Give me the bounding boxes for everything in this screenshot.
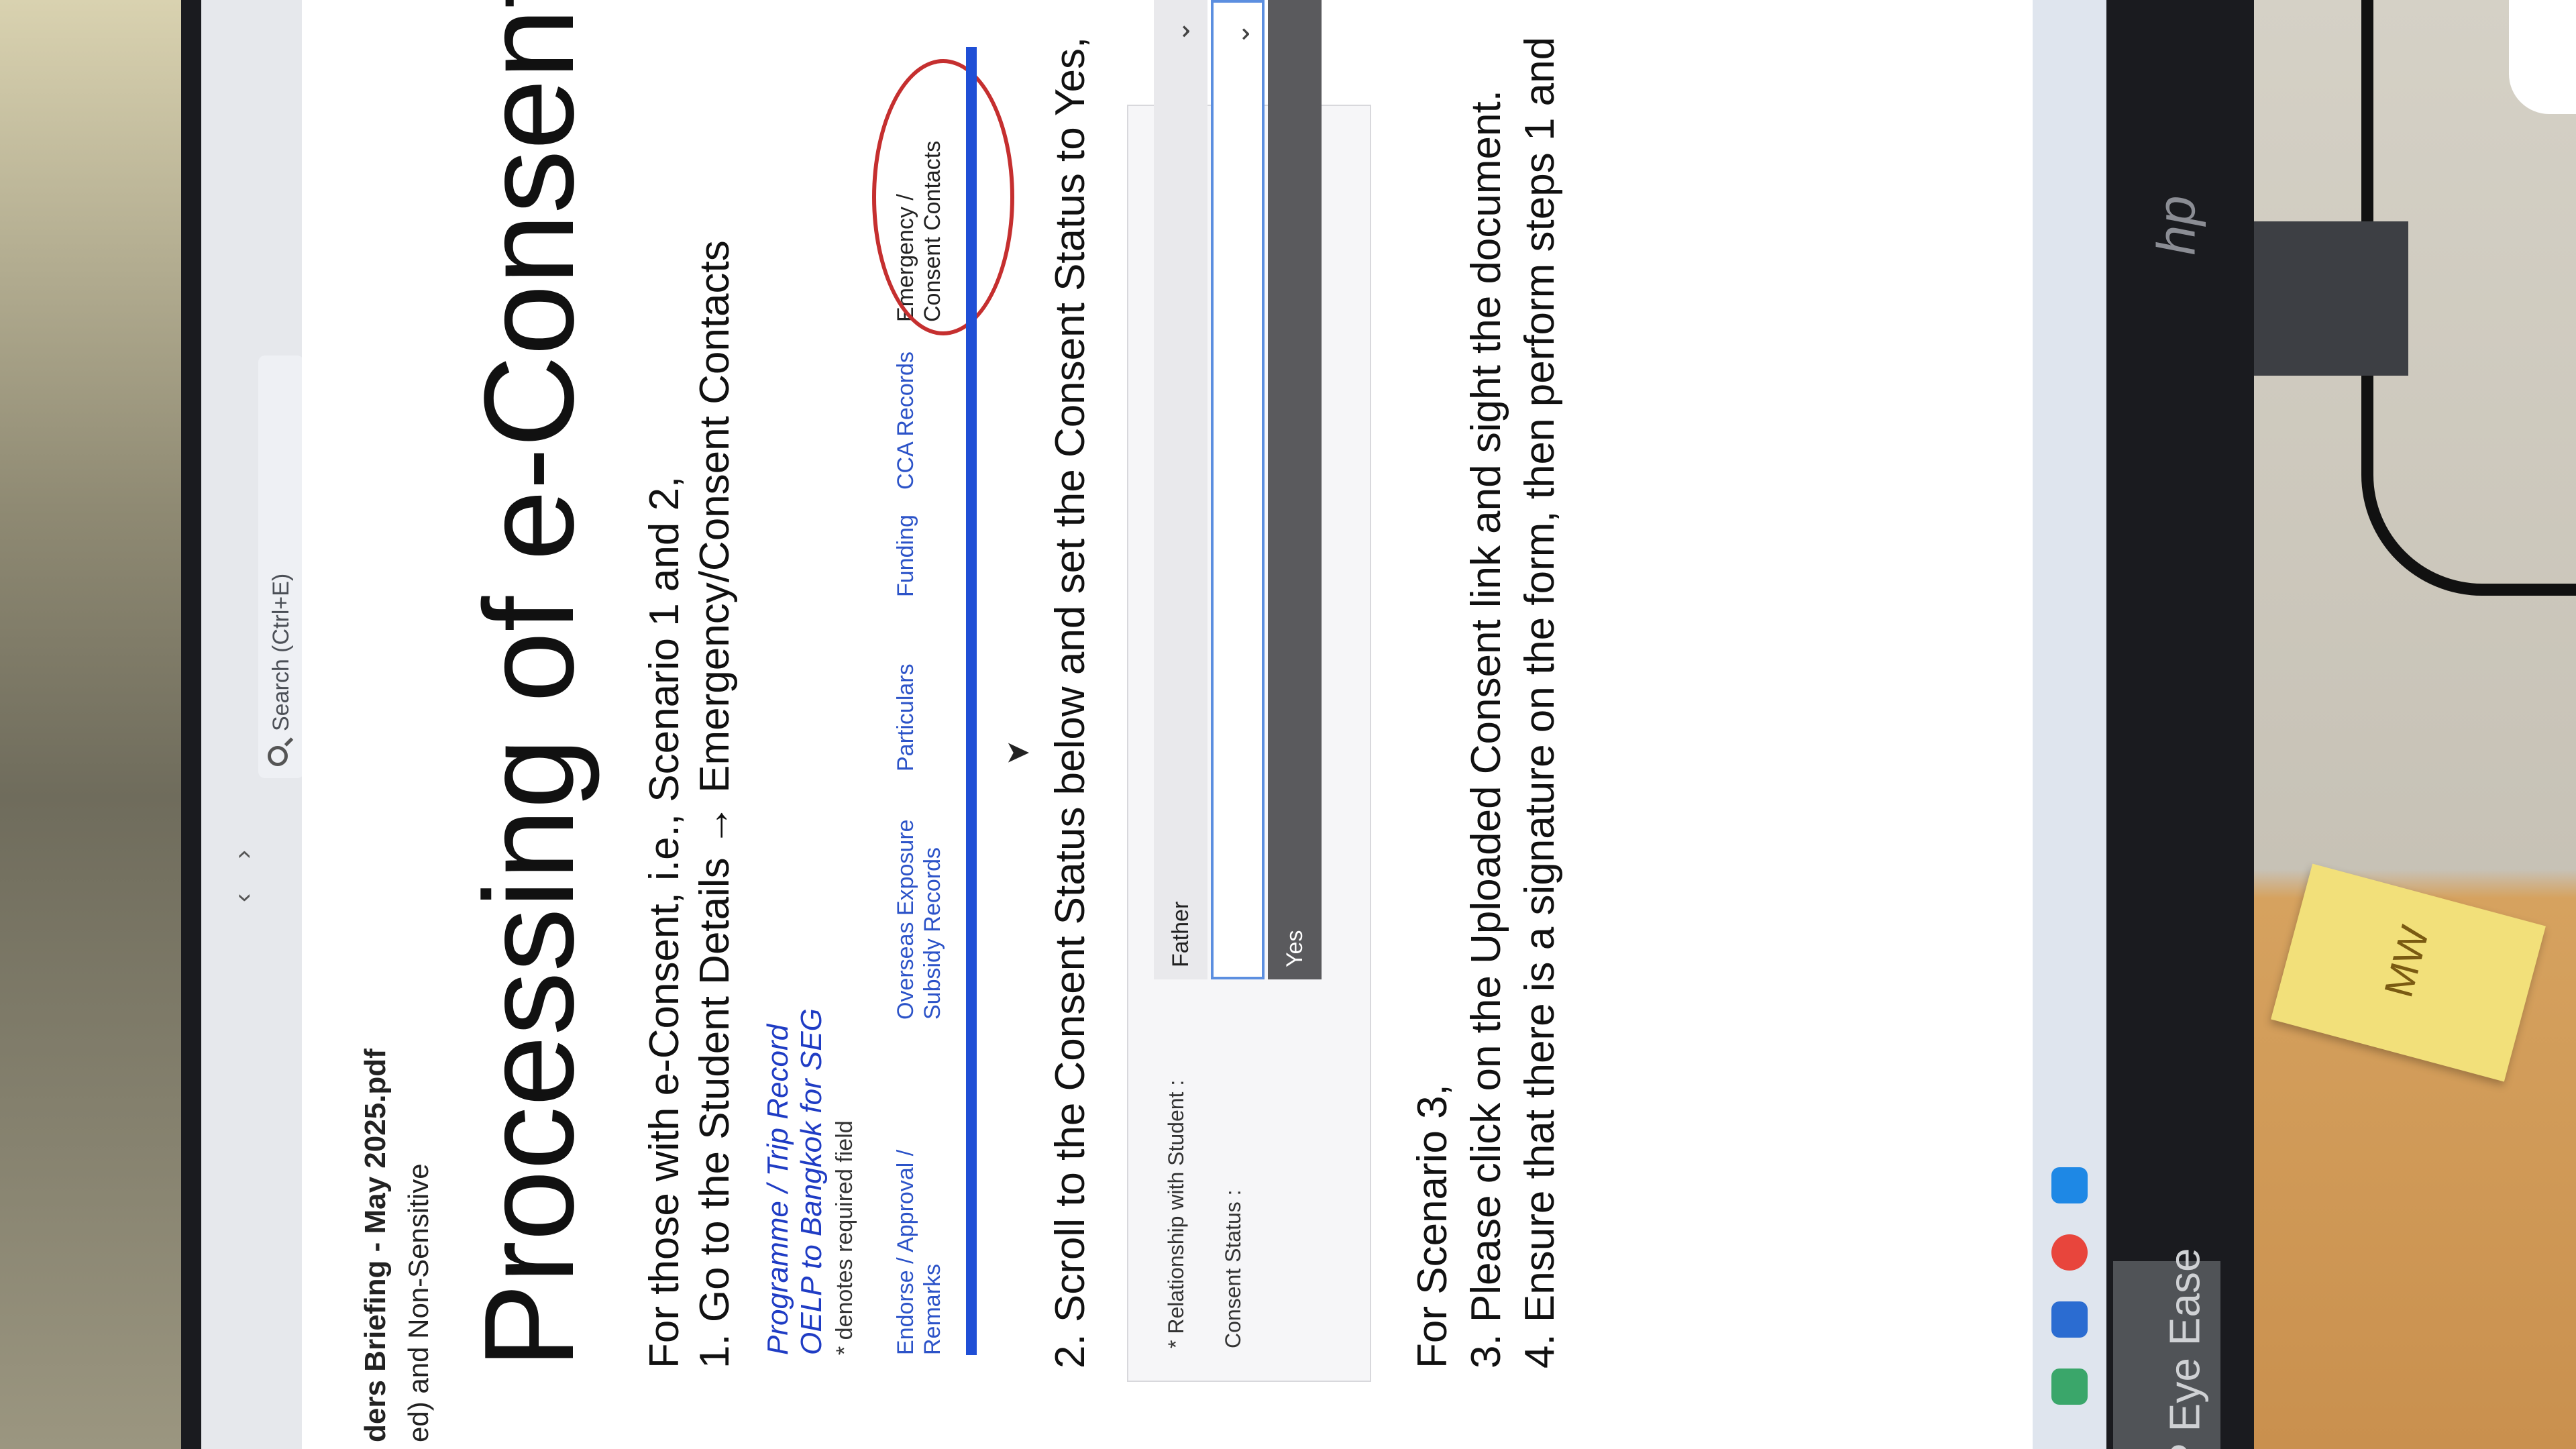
tab-label-line1: Overseas Exposure bbox=[893, 819, 918, 1020]
tab-funding[interactable]: Funding bbox=[892, 515, 919, 597]
scenario-3-heading: For Scenario 3, bbox=[1409, 1084, 1456, 1368]
trip-name[interactable]: OELP to Bangkok for SEG bbox=[795, 1008, 828, 1355]
tab-overseas-exposure[interactable]: Overseas Exposure Subsidy Records bbox=[892, 819, 946, 1020]
search-icon bbox=[268, 746, 288, 766]
windows-taskbar bbox=[2033, 0, 2106, 1449]
consent-status-label: Consent Status : bbox=[1221, 1189, 1245, 1348]
monitor-screen: ‹ › Search (Ctrl+E) ders Briefing - May … bbox=[201, 0, 2106, 1449]
step-2: 2. Scroll to the Consent Status below an… bbox=[1047, 36, 1093, 1368]
mug bbox=[2509, 0, 2576, 114]
tab-particulars[interactable]: Particulars bbox=[892, 663, 919, 771]
sticky-note-text: MW bbox=[2375, 921, 2438, 1002]
edge-icon[interactable] bbox=[2051, 1368, 2088, 1405]
chevron-down-icon: ⌄ bbox=[1166, 20, 1195, 43]
tab-cca-records[interactable]: CCA Records bbox=[892, 352, 919, 490]
pdf-toolbar: ‹ › Search (Ctrl+E) bbox=[201, 0, 304, 1449]
tab-underline bbox=[966, 47, 977, 1355]
nav-arrows[interactable]: ‹ › bbox=[228, 850, 258, 902]
eye-ease-label: P Eye Ease bbox=[2160, 1248, 2209, 1449]
dropdown-option-yes[interactable]: Yes bbox=[1268, 0, 1322, 979]
tab-label-line1: Funding bbox=[893, 515, 918, 597]
relationship-value: Father bbox=[1168, 901, 1193, 967]
search-input[interactable]: Search (Ctrl+E) bbox=[258, 356, 304, 778]
photo-scene: MW hp ‹ › Search (Ctrl+E) ders Briefing … bbox=[0, 0, 2576, 1449]
eye-ease-osd: P Eye Ease bbox=[2113, 1248, 2220, 1449]
consent-status-select[interactable]: ⌄ bbox=[1211, 0, 1265, 979]
document-title: ders Briefing - May 2025.pdf bbox=[359, 1049, 392, 1442]
background-wall bbox=[0, 0, 201, 1449]
intro-text: For those with e-Consent, i.e., Scenario… bbox=[641, 476, 688, 1368]
relationship-label: * Relationship with Student : bbox=[1164, 1079, 1188, 1348]
forward-arrow-icon[interactable]: › bbox=[228, 850, 258, 859]
step-4: 4. Ensure that there is a signature on t… bbox=[1517, 36, 1563, 1368]
outlook-icon[interactable] bbox=[2051, 1301, 2088, 1338]
tab-label-line1: CCA Records bbox=[893, 352, 918, 490]
monitor-stand bbox=[2241, 221, 2408, 376]
tab-label-line2: Subsidy Records bbox=[920, 847, 945, 1020]
tab-label-line1: Particulars bbox=[893, 663, 918, 771]
relationship-select[interactable]: Father ⌄ bbox=[1154, 0, 1208, 979]
highlight-circle bbox=[872, 59, 1014, 335]
step-3: 3. Please click on the Uploaded Consent … bbox=[1463, 90, 1509, 1368]
step-1: 1. Go to the Student Details → Emergency… bbox=[692, 240, 738, 1368]
tab-label-line2: Remarks bbox=[920, 1263, 945, 1355]
rotated-screen-content: ‹ › Search (Ctrl+E) ders Briefing - May … bbox=[201, 0, 2106, 1449]
search-placeholder: Search (Ctrl+E) bbox=[268, 573, 294, 731]
tab-endorse-approval[interactable]: Endorse / Approval / Remarks bbox=[892, 1150, 946, 1355]
mouse-cursor-icon: ➤ bbox=[1004, 734, 1031, 769]
slide-title: Processing of e-Consent/Inc bbox=[458, 0, 600, 1368]
teams-icon[interactable] bbox=[2051, 1167, 2088, 1203]
chevron-down-icon: ⌄ bbox=[1226, 23, 1255, 46]
chrome-icon[interactable] bbox=[2051, 1234, 2088, 1271]
back-arrow-icon[interactable]: ‹ bbox=[228, 894, 258, 902]
hp-logo: hp bbox=[2146, 195, 2206, 256]
programme-label[interactable]: Programme / Trip Record bbox=[761, 1024, 795, 1355]
document-classification: ed) and Non-Sensitive bbox=[402, 1163, 434, 1442]
dropdown-option-label: Yes bbox=[1282, 930, 1307, 967]
tab-label-line1: Endorse / Approval / bbox=[893, 1149, 918, 1355]
required-note: * denotes required field bbox=[832, 1120, 857, 1355]
